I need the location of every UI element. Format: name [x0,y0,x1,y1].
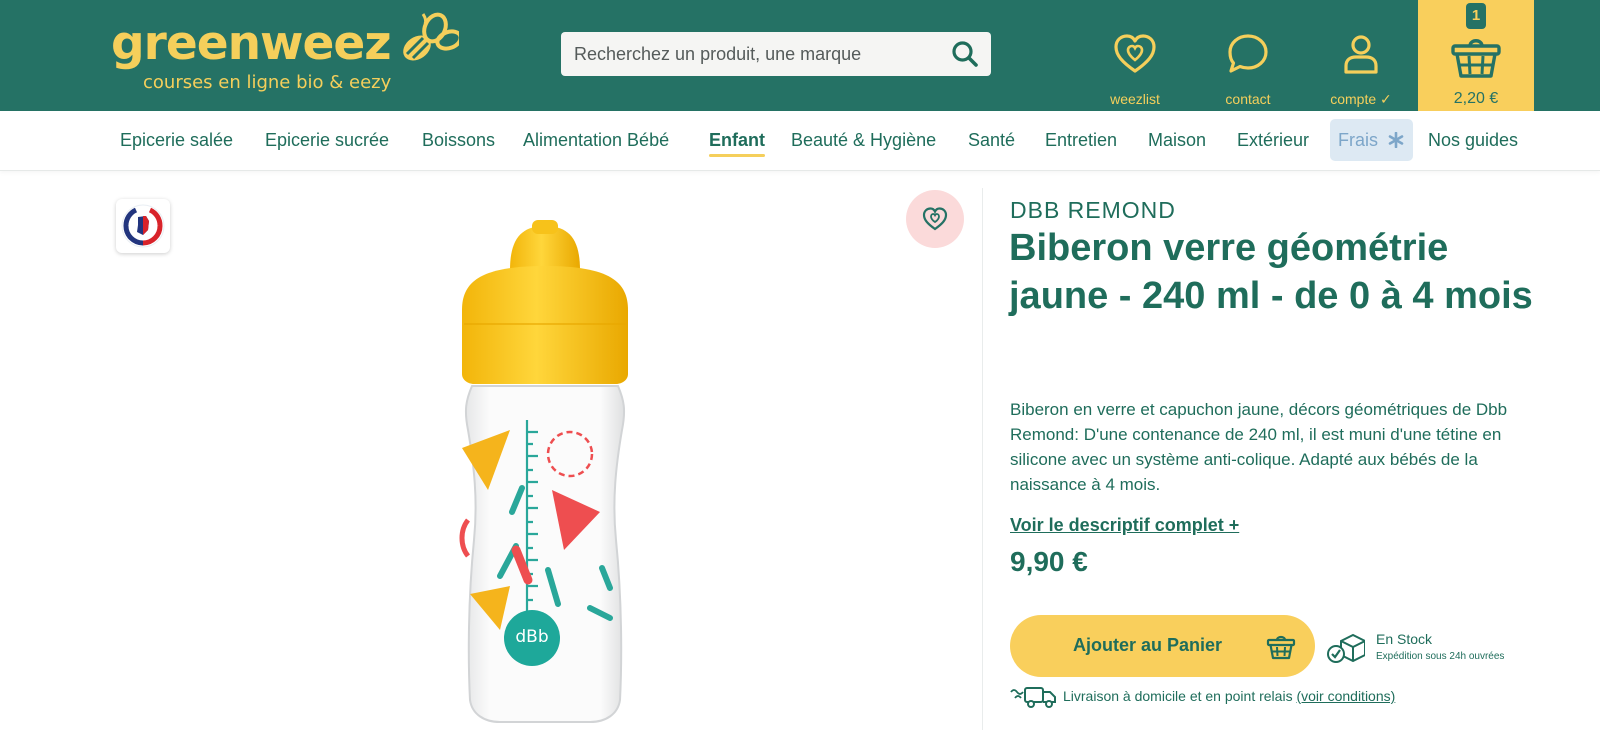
stock-box-icon [1327,633,1365,663]
category-nav: Epicerie salée Epicerie sucrée Boissons … [0,111,1600,171]
shipping-delay: Expédition sous 24h ouvrées [1376,651,1505,662]
basket-icon [1266,635,1296,660]
search-icon [952,41,978,67]
nav-frais-label: Frais [1338,130,1378,150]
product-title: Biberon verre géométrie jaune - 240 ml -… [1009,227,1533,317]
delivery-text: Livraison à domicile et en point relais [1063,688,1293,704]
heart-icon [922,207,948,231]
weezlist-label: weezlist [1110,91,1160,107]
delivery-conditions-link[interactable]: (voir conditions) [1296,688,1395,704]
header-bar: greenweez courses en ligne bio & eezy we… [0,0,1600,111]
nav-boissons[interactable]: Boissons [422,129,495,151]
cart-count-badge: 1 [1466,3,1486,29]
logo-tagline: courses en ligne bio & eezy [143,72,392,93]
product-price: 9,90 € [1010,546,1088,577]
column-divider [982,188,983,730]
made-in-france-badge [116,199,170,253]
nav-nos-guides[interactable]: Nos guides [1428,129,1518,151]
user-icon [1344,35,1378,74]
nav-frais[interactable]: Frais [1330,119,1413,161]
cart-amount: 2,20 € [1453,90,1499,107]
account-link[interactable]: compte ✓ [1306,0,1416,111]
contact-link[interactable]: contact [1193,0,1303,111]
made-in-france-icon [121,204,165,248]
nav-beaute-hygiene[interactable]: Beauté & Hygiène [791,129,936,151]
chat-bubble-icon [1228,34,1268,73]
basket-icon [1451,39,1501,78]
snowflake-icon [1388,132,1404,148]
nav-epicerie-sucree[interactable]: Epicerie sucrée [265,129,389,151]
stock-status: En Stock [1376,631,1433,647]
delivery-truck-icon [1010,687,1056,708]
product-image: dBb [459,220,628,723]
nav-epicerie-salee[interactable]: Epicerie salée [120,129,233,151]
bee-icon [403,12,459,61]
account-label: compte ✓ [1330,91,1392,107]
nav-maison[interactable]: Maison [1148,129,1206,151]
nav-entretien[interactable]: Entretien [1045,129,1117,151]
nav-enfant[interactable]: Enfant [709,129,765,157]
add-to-cart-button[interactable]: Ajouter au Panier [1010,615,1315,677]
nav-alimentation-bebe[interactable]: Alimentation Bébé [523,129,669,151]
search-button[interactable] [947,36,983,72]
add-to-cart-label: Ajouter au Panier [1073,635,1223,655]
weezlist-link[interactable]: weezlist [1080,0,1190,111]
search-bar [561,32,991,76]
full-description-link[interactable]: Voir le descriptif complet + [1010,515,1239,536]
contact-label: contact [1225,91,1271,107]
search-input[interactable] [561,32,931,76]
greenweez-logo[interactable]: greenweez courses en ligne bio & eezy [111,8,471,104]
product-description: Biberon en verre et capuchon jaune, déco… [1010,400,1508,494]
product-brand[interactable]: DBB REMOND [1010,197,1176,224]
cart-button[interactable]: 1 2,20 € [1418,0,1534,111]
delivery-info: Livraison à domicile et en point relais … [1063,688,1395,704]
logo-wordmark: greenweez [111,16,392,71]
nav-sante[interactable]: Santé [968,129,1015,151]
svg-text:dBb: dBb [515,627,548,647]
nav-exterieur[interactable]: Extérieur [1237,129,1309,151]
add-to-wishlist-button[interactable] [906,190,964,248]
heart-icon [1114,34,1156,73]
